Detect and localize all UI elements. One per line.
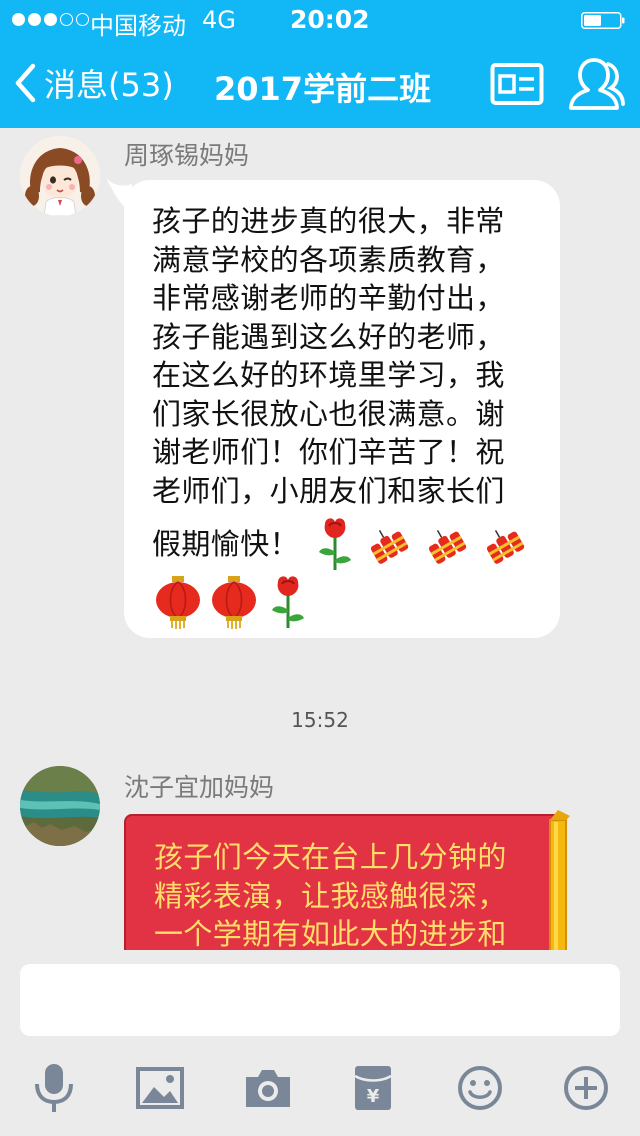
cartoon-girl-avatar-icon bbox=[20, 136, 100, 216]
more-button[interactable] bbox=[558, 1060, 614, 1116]
message-line: 假期愉快！ bbox=[152, 526, 300, 561]
photo-button[interactable] bbox=[132, 1060, 188, 1116]
back-label: 消息(53) bbox=[44, 66, 174, 104]
rose-icon bbox=[319, 518, 352, 570]
message-line: 老师们，小朋友们和家长们 bbox=[152, 473, 505, 508]
sender-name: 沈子宜加妈妈 bbox=[124, 773, 275, 802]
lantern-icon bbox=[212, 576, 256, 629]
message-line: 精彩表演，让我感触很深， bbox=[154, 878, 507, 913]
message-line: 孩子的进步真的很大，非常 bbox=[152, 204, 505, 238]
firecracker-icon bbox=[486, 530, 525, 564]
camera-icon bbox=[246, 1070, 290, 1107]
page-title: 2017学前二班 bbox=[214, 70, 432, 108]
message-line: 非常感谢老师的辛勤付出， bbox=[152, 281, 505, 315]
avatar[interactable] bbox=[20, 136, 100, 216]
message-line: 一个学期有如此大的进步和 bbox=[154, 917, 507, 950]
sender-name: 周琢锡妈妈 bbox=[124, 141, 250, 170]
carrier-name: 中国移动 bbox=[90, 12, 186, 40]
network-type: 4G bbox=[202, 6, 236, 34]
svg-text:¥: ¥ bbox=[367, 1086, 380, 1107]
firecracker-icon bbox=[428, 530, 467, 564]
battery-icon bbox=[581, 12, 625, 29]
back-button[interactable]: 消息(53) bbox=[14, 56, 174, 110]
chevron-left-icon bbox=[15, 63, 36, 103]
input-area: ¥ bbox=[0, 950, 640, 1136]
message-line: 们家长很放心也很满意。谢 bbox=[152, 396, 505, 431]
nav-bar: 消息(53) 2017学前二班 bbox=[0, 40, 640, 128]
lantern-icon bbox=[156, 576, 200, 629]
timestamp: 15:52 bbox=[291, 708, 349, 732]
red-message-bubble[interactable]: 孩子们今天在台上几分钟的 精彩表演，让我感触很深， 一个学期有如此大的进步和 bbox=[124, 814, 560, 950]
image-icon bbox=[136, 1067, 184, 1109]
message-line: 在这么好的环境里学习，我 bbox=[152, 358, 505, 392]
message-line: 谢老师们！你们辛苦了！祝 bbox=[152, 435, 505, 469]
message-input[interactable] bbox=[20, 964, 620, 1036]
group-members-icon[interactable] bbox=[566, 56, 626, 112]
firecracker-icon bbox=[370, 530, 409, 564]
red-packet-icon: ¥ bbox=[354, 1066, 392, 1110]
contact-card-icon[interactable] bbox=[490, 62, 544, 106]
lake-photo-avatar-icon bbox=[20, 766, 100, 846]
scroll-rod-decoration bbox=[549, 810, 570, 950]
status-bar: 中国移动 4G 20:02 bbox=[0, 0, 640, 40]
message-bubble[interactable]: 孩子的进步真的很大，非常 满意学校的各项素质教育， 非常感谢老师的辛勤付出， 孩… bbox=[124, 180, 560, 638]
status-time: 20:02 bbox=[290, 5, 370, 34]
signal-strength-icon bbox=[12, 13, 89, 26]
avatar[interactable] bbox=[20, 766, 100, 846]
emoji-icon bbox=[458, 1066, 502, 1110]
emoji-button[interactable] bbox=[452, 1060, 508, 1116]
red-packet-button[interactable]: ¥ bbox=[345, 1060, 401, 1116]
chat-area[interactable]: 周琢锡妈妈 孩子的进步真的很大，非常 满意学校的各项素质教育， 非常感谢老师的辛… bbox=[0, 128, 640, 950]
voice-button[interactable] bbox=[26, 1060, 82, 1116]
camera-button[interactable] bbox=[240, 1060, 296, 1116]
plus-icon bbox=[564, 1066, 608, 1110]
message-line: 孩子们今天在台上几分钟的 bbox=[154, 840, 507, 874]
rose-icon bbox=[272, 576, 304, 628]
message-line: 孩子能遇到这么好的老师， bbox=[152, 319, 505, 354]
header: 中国移动 4G 20:02 消息(53) 2017学前二班 bbox=[0, 0, 640, 128]
message-line: 满意学校的各项素质教育， bbox=[152, 242, 505, 277]
microphone-icon bbox=[35, 1064, 73, 1112]
